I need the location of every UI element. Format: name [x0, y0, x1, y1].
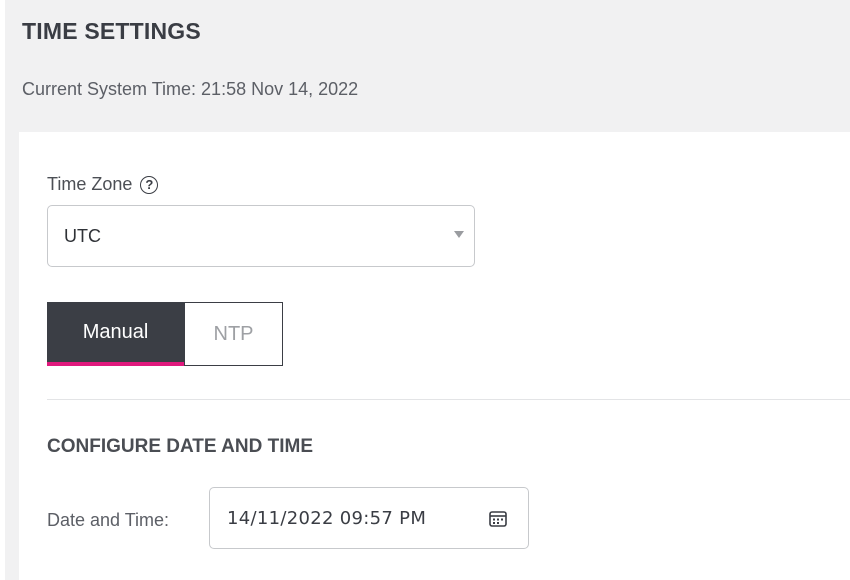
dropdown-caret-icon: [454, 231, 464, 238]
calendar-icon[interactable]: [489, 510, 507, 527]
mode-toggle: Manual NTP: [47, 302, 283, 366]
time-zone-label: Time Zone: [47, 174, 133, 194]
divider: [47, 399, 850, 400]
time-zone-value: UTC: [64, 226, 101, 246]
help-icon[interactable]: ?: [140, 175, 159, 194]
time-zone-label-row: Time Zone ?: [47, 174, 159, 195]
current-system-time: Current System Time: 21:58 Nov 14, 2022: [22, 79, 359, 99]
date-time-label: Date and Time:: [47, 510, 170, 530]
configure-section-title: CONFIGURE DATE AND TIME: [47, 436, 313, 457]
manual-mode-button[interactable]: Manual: [47, 302, 184, 366]
time-zone-select[interactable]: UTC: [47, 205, 475, 267]
page-title: TIME SETTINGS: [22, 18, 201, 44]
date-time-value: 14/11/2022 09:57 PM: [227, 508, 427, 529]
settings-card: Time Zone ? UTC Manual NTP CONFIGURE DAT…: [19, 132, 850, 580]
ntp-mode-button[interactable]: NTP: [184, 302, 283, 366]
page-background: TIME SETTINGS Current System Time: 21:58…: [5, 0, 850, 580]
date-time-input[interactable]: 14/11/2022 09:57 PM: [209, 487, 529, 549]
